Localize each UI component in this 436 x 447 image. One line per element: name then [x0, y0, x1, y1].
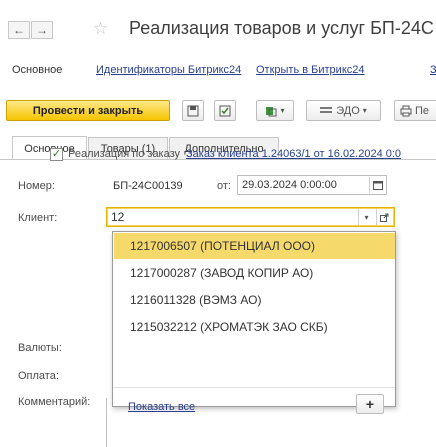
- post-document-icon: [219, 105, 231, 116]
- nav-more[interactable]: З: [430, 64, 436, 76]
- forward-arrow-icon: →: [36, 23, 48, 37]
- open-link-icon: [380, 213, 389, 222]
- currency-label: Валюты:: [18, 342, 62, 354]
- order-link[interactable]: Заказ клиента 1.24063/1 от 16.02.2024 0:…: [186, 148, 401, 160]
- dropdown-item[interactable]: 1215032212 (ХРОМАТЭК ЗАО СКБ): [114, 314, 395, 340]
- number-label: Номер:: [18, 180, 55, 192]
- sale-by-order-checkbox[interactable]: ✓: [50, 148, 63, 161]
- payment-label: Оплата:: [18, 370, 59, 382]
- create-based-on-icon: [266, 106, 277, 116]
- number-value: БП-24С00139: [113, 180, 183, 192]
- edo-label: ЭДО: [336, 104, 360, 117]
- client-label: Клиент:: [18, 212, 58, 224]
- create-based-on-button[interactable]: ▾: [256, 100, 294, 121]
- favorite-star-icon[interactable]: ☆: [93, 19, 108, 39]
- edo-icon: [320, 106, 333, 113]
- client-dropdown-button[interactable]: ▾: [358, 209, 374, 225]
- dropdown-item[interactable]: 1217006507 (ПОТЕНЦИАЛ ООО): [114, 233, 395, 259]
- client-open-button[interactable]: [376, 209, 392, 225]
- date-value: 29.03.2024 0:00:00: [242, 179, 337, 191]
- print-button[interactable]: Пе: [394, 100, 436, 121]
- edo-button[interactable]: ЭДО ▾: [306, 100, 381, 121]
- dropdown-item[interactable]: 1217000287 (ЗАВОД КОПИР АО): [114, 260, 395, 286]
- print-label: Пе: [415, 104, 430, 117]
- back-button[interactable]: ←: [8, 21, 30, 39]
- date-from-label: от:: [217, 180, 231, 192]
- forward-button[interactable]: →: [31, 21, 53, 39]
- calendar-icon: [372, 181, 383, 190]
- add-client-button[interactable]: +: [356, 394, 384, 414]
- date-input[interactable]: 29.03.2024 0:00:00: [237, 175, 387, 195]
- plus-icon: +: [365, 396, 375, 412]
- client-input-value: 12: [111, 210, 125, 224]
- show-all-link[interactable]: Показать все: [128, 401, 195, 413]
- post-button[interactable]: [214, 100, 236, 121]
- client-input[interactable]: 12: [106, 207, 395, 227]
- dropdown-item[interactable]: 1216011328 (ВЭМЗ АО): [114, 287, 395, 313]
- nav-open-bitrix[interactable]: Открыть в Битрикс24: [256, 64, 365, 76]
- chevron-down-icon: ▾: [364, 212, 369, 222]
- comment-field-border: [106, 398, 107, 447]
- comment-label: Комментарий:: [18, 396, 91, 408]
- post-and-close-button[interactable]: Провести и закрыть: [6, 100, 170, 121]
- save-icon: [187, 105, 199, 116]
- printer-icon: [400, 105, 412, 116]
- back-arrow-icon: ←: [13, 23, 25, 37]
- calendar-button[interactable]: [369, 177, 385, 193]
- client-autocomplete-dropdown: 1217006507 (ПОТЕНЦИАЛ ООО) 1217000287 (З…: [112, 231, 396, 414]
- save-button[interactable]: [182, 100, 204, 121]
- chevron-down-icon: ▾: [362, 106, 367, 115]
- nav-main[interactable]: Основное: [12, 64, 62, 76]
- chevron-down-icon: ▾: [280, 106, 285, 115]
- dropdown-divider: [113, 387, 395, 388]
- sale-by-order-label: Реализация по заказу: [68, 148, 181, 160]
- window-title: Реализация товаров и услуг БП-24С: [129, 18, 434, 38]
- nav-bitrix-ids[interactable]: Идентификаторы Битрикс24: [96, 64, 241, 76]
